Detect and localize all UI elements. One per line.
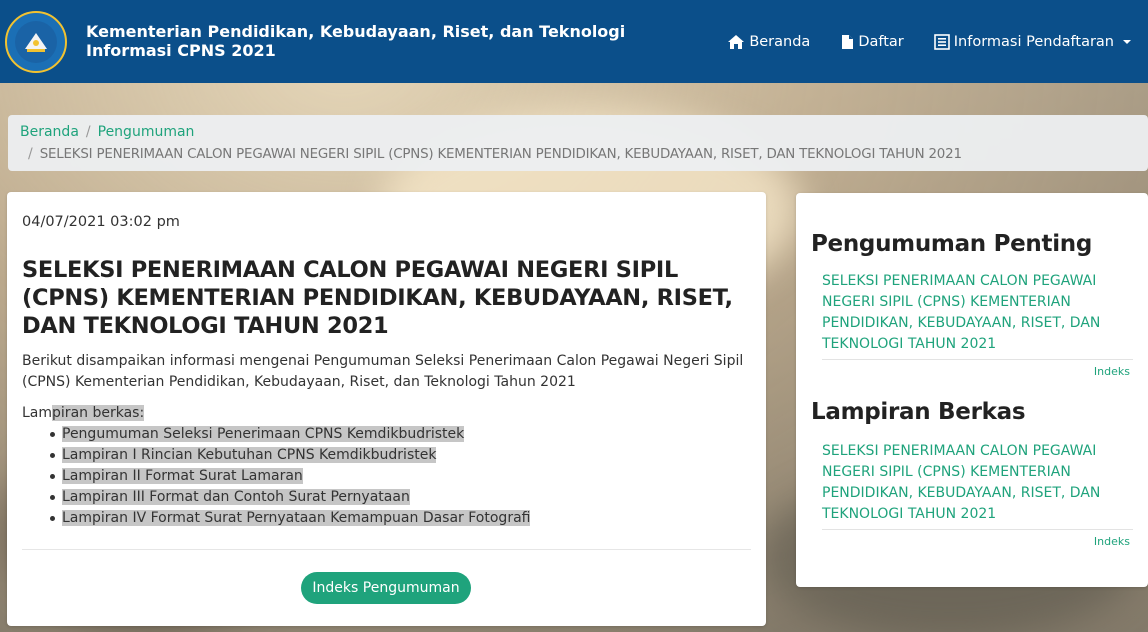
attachment-link[interactable]: Pengumuman Seleksi Penerimaan CPNS Kemdi… <box>62 426 465 442</box>
list-icon <box>933 33 950 50</box>
article-divider <box>22 549 751 550</box>
nav-links: Beranda Daftar Informasi Pendaftaran <box>727 0 1148 83</box>
attachment-item: Lampiran IV Format Surat Pernyataan Kema… <box>49 508 531 529</box>
attachment-link[interactable]: Lampiran III Format dan Contoh Surat Per… <box>62 489 410 505</box>
nav-beranda-label: Beranda <box>749 33 811 50</box>
attachments-label-start: Lam <box>22 405 53 421</box>
article-date: 04/07/2021 03:02 pm <box>22 214 180 230</box>
breadcrumb-beranda[interactable]: Beranda <box>20 124 79 140</box>
logo-emblem-icon <box>15 21 57 63</box>
breadcrumb-separator: / <box>28 146 33 162</box>
attachment-link[interactable]: Lampiran II Format Surat Lamaran <box>62 468 303 484</box>
nav-daftar[interactable]: Daftar <box>840 33 904 50</box>
attachments-label-end: piran berkas: <box>52 405 145 421</box>
article-description: Berikut disampaikan informasi mengenai P… <box>22 353 744 390</box>
attachment-item: Pengumuman Seleksi Penerimaan CPNS Kemdi… <box>49 424 530 445</box>
article-title: SELEKSI PENERIMAAN CALON PEGAWAI NEGERI … <box>22 257 733 339</box>
attachment-item: Lampiran I Rincian Kebutuhan CPNS Kemdik… <box>49 445 530 466</box>
nav-informasi-pendaftaran[interactable]: Informasi Pendaftaran <box>933 33 1132 50</box>
attachments-sidebar-link[interactable]: SELEKSI PENERIMAAN CALON PEGAWAI NEGERI … <box>822 441 1122 525</box>
breadcrumb-active: SELEKSI PENERIMAAN CALON PEGAWAI NEGERI … <box>39 147 962 162</box>
sidebar-card: Pengumuman Penting SELEKSI PENERIMAAN CA… <box>796 193 1148 587</box>
attachment-item: Lampiran II Format Surat Lamaran <box>49 466 530 487</box>
nav-daftar-label: Daftar <box>858 33 904 50</box>
sidebar-divider <box>822 529 1133 530</box>
attachments-index-link[interactable]: Indeks <box>1094 535 1130 548</box>
important-index-link[interactable]: Indeks <box>1094 365 1130 378</box>
attachment-item: Lampiran III Format dan Contoh Surat Per… <box>49 487 530 508</box>
attachment-link[interactable]: Lampiran I Rincian Kebutuhan CPNS Kemdik… <box>62 447 437 463</box>
brand-line-cpns: Informasi CPNS 2021 <box>86 41 276 60</box>
top-navbar: Kementerian Pendidikan, Kebudayaan, Rise… <box>0 0 1148 83</box>
attachments-label: Lampiran berkas: <box>22 403 145 424</box>
breadcrumb-pengumuman[interactable]: Pengumuman <box>98 124 195 140</box>
breadcrumb-separator: / <box>85 124 91 140</box>
attachment-link[interactable]: Lampiran IV Format Surat Pernyataan Kema… <box>62 510 531 526</box>
sidebar-divider <box>822 359 1133 360</box>
article-card: 04/07/2021 03:02 pm SELEKSI PENERIMAAN C… <box>7 192 766 626</box>
attachments-list: Pengumuman Seleksi Penerimaan CPNS Kemdi… <box>49 424 531 529</box>
important-announcement-link[interactable]: SELEKSI PENERIMAAN CALON PEGAWAI NEGERI … <box>822 271 1122 355</box>
nav-informasi-label: Informasi Pendaftaran <box>953 33 1114 50</box>
home-icon <box>728 34 745 49</box>
nav-beranda[interactable]: Beranda <box>727 34 810 50</box>
caret-down-icon <box>1123 39 1131 44</box>
important-announcement-heading: Pengumuman Penting <box>811 231 1093 257</box>
breadcrumb: Beranda / Pengumuman / SELEKSI PENERIMAAN C… <box>8 115 1148 171</box>
index-announcement-button[interactable]: Indeks Pengumuman <box>301 572 471 604</box>
brand-line-ministry: Kementerian Pendidikan, Kebudayaan, Rise… <box>86 22 626 41</box>
attachments-heading: Lampiran Berkas <box>811 399 1026 425</box>
document-icon <box>842 34 854 49</box>
tut-wuri-handayani-logo[interactable] <box>5 11 67 73</box>
brand-title[interactable]: Kementerian Pendidikan, Kebudayaan, Rise… <box>86 22 625 60</box>
